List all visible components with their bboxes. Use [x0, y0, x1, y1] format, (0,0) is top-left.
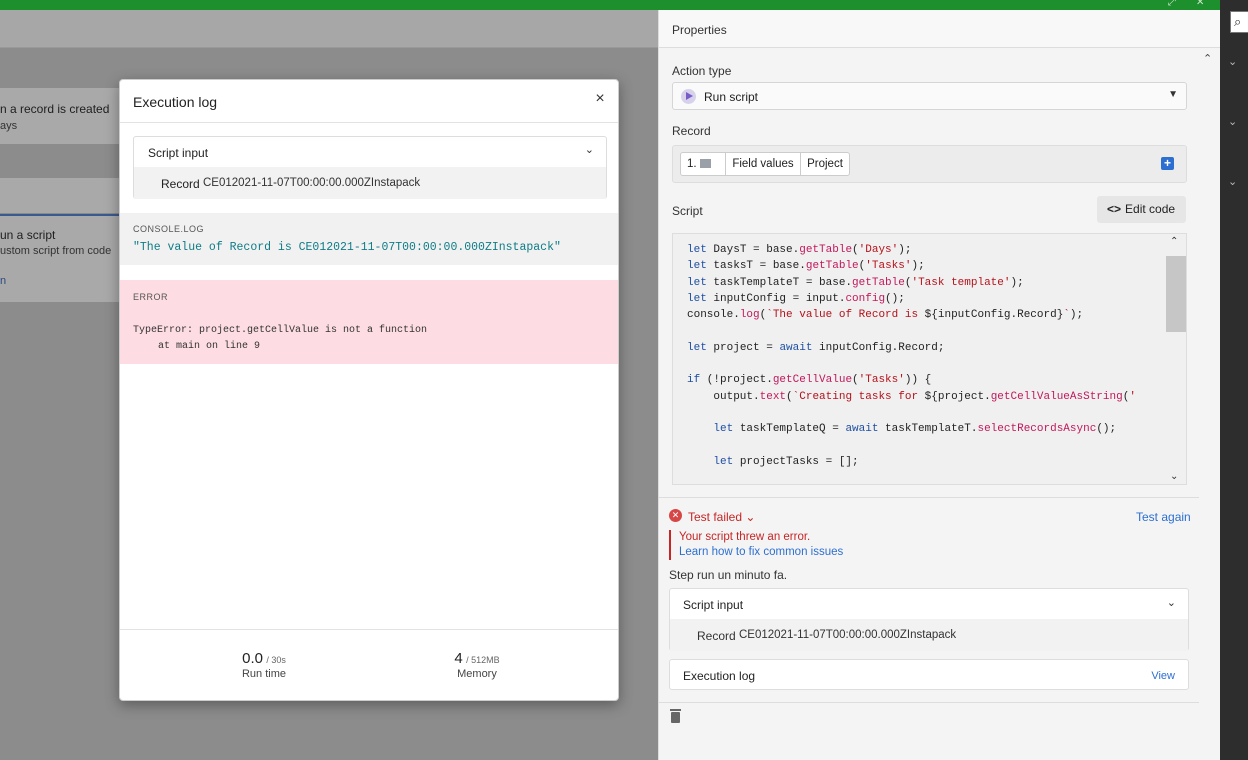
- trigger-subtitle: ays: [0, 120, 18, 132]
- chevron-up-icon[interactable]: ⌃: [1170, 236, 1178, 247]
- console-log-title: CONSOLE.LOG: [133, 224, 205, 234]
- close-icon[interactable]: ✕: [1196, 0, 1206, 8]
- error-icon: ✕: [669, 509, 682, 522]
- side-strip: [1220, 0, 1248, 760]
- modal-title: Execution log: [133, 94, 218, 110]
- close-button[interactable]: ×: [592, 90, 608, 108]
- properties-panel: Properties ⌃ Action type Run script ▼ Re…: [658, 10, 1221, 760]
- play-icon: [681, 89, 696, 104]
- chevron-down-icon[interactable]: ⌄: [585, 143, 594, 156]
- script-input-row: Record CE012021-11-07T00:00:00.000ZInsta…: [134, 167, 606, 199]
- input-value: CE012021-11-07T00:00:00.000ZInstapack: [739, 629, 957, 641]
- runtime-value: 0.0: [242, 650, 263, 667]
- modal-footer: 0.0 / 30s Run time 4 / 512MB Memory: [120, 629, 618, 701]
- action-link[interactable]: n: [0, 275, 6, 287]
- chevron-down-icon[interactable]: ⌄: [1167, 596, 1176, 609]
- learn-more-link[interactable]: Learn how to fix common issues: [679, 546, 843, 558]
- record-token-field[interactable]: 1. Field values Project +: [672, 145, 1187, 183]
- error-title: ERROR: [133, 292, 169, 302]
- execution-log-modal: Execution log × Script input ⌄ Record CE…: [119, 79, 619, 701]
- divider: [659, 497, 1199, 498]
- step-run-time: Step run un minuto fa.: [669, 568, 788, 582]
- script-code-preview[interactable]: let DaysT = base.getTable('Days'); let t…: [672, 233, 1187, 485]
- error-note-text: Your script threw an error.: [679, 531, 811, 543]
- memory-stat: 4 / 512MB Memory: [417, 650, 537, 680]
- action-title: un a script: [0, 228, 56, 242]
- execution-log-label: Execution log: [683, 669, 756, 683]
- edit-code-button[interactable]: <> Edit code: [1097, 196, 1186, 223]
- edit-code-label: Edit code: [1125, 202, 1176, 216]
- console-log-block: CONSOLE.LOG "The value of Record is CE01…: [120, 213, 618, 265]
- console-log-text: "The value of Record is CE012021-11-07T0…: [133, 241, 561, 254]
- test-status-label: Test failed: [688, 510, 743, 524]
- record-label: Record: [672, 124, 711, 138]
- top-bar: ⤢ ✕: [0, 0, 1220, 10]
- caret-down-icon: ▼: [1168, 89, 1178, 100]
- search-icon[interactable]: ⌕: [1230, 11, 1248, 33]
- add-icon[interactable]: +: [1161, 157, 1174, 170]
- memory-label: Memory: [457, 668, 497, 680]
- script-input-section[interactable]: Script input ⌄ Record CE012021-11-07T00:…: [669, 588, 1189, 651]
- divider: [120, 122, 618, 123]
- error-message: TypeError: project.getCellValue is not a…: [133, 325, 428, 336]
- view-log-link[interactable]: View: [1151, 670, 1175, 682]
- chevron-down-icon[interactable]: ⌄: [1228, 175, 1237, 188]
- error-note: Your script threw an error. Learn how to…: [669, 530, 969, 560]
- script-input-section[interactable]: Script input ⌄ Record CE012021-11-07T00:…: [133, 136, 607, 199]
- trash-icon[interactable]: [670, 709, 681, 723]
- action-subtitle: ustom script from code: [0, 245, 112, 257]
- record-pill-field-values[interactable]: Field values: [725, 152, 801, 176]
- chevron-down-icon[interactable]: ⌄: [1170, 471, 1178, 482]
- test-status-toggle[interactable]: Test failed ⌄: [688, 510, 755, 524]
- runtime-limit: / 30s: [266, 655, 286, 665]
- action-type-select[interactable]: Run script ▼: [672, 82, 1187, 110]
- record-pill-step-label: 1.: [687, 158, 697, 170]
- execution-log-section: Execution log View: [669, 659, 1189, 690]
- panel-title: Properties: [672, 23, 727, 37]
- memory-limit: / 512MB: [466, 655, 500, 665]
- panel-scrollbar[interactable]: ⌃: [1199, 48, 1221, 508]
- panel-header: Properties: [659, 10, 1221, 48]
- script-input-label: Script input: [683, 598, 744, 612]
- memory-value: 4: [454, 650, 463, 667]
- runtime-label: Run time: [241, 668, 287, 680]
- error-block: ERROR TypeError: project.getCellValue is…: [120, 280, 618, 364]
- canvas-header: [0, 10, 658, 48]
- code-scrollbar[interactable]: ⌃ ⌄: [1166, 234, 1186, 484]
- expand-icon[interactable]: ⤢: [1168, 0, 1178, 8]
- chevron-down-icon: ⌄: [745, 510, 756, 524]
- action-type-label: Action type: [672, 64, 732, 78]
- script-input-label: Script input: [148, 146, 209, 160]
- record-pill-step[interactable]: 1.: [680, 152, 726, 176]
- code-icon: <>: [1107, 202, 1122, 216]
- code-lines: let DaysT = base.getTable('Days'); let t…: [687, 244, 1136, 468]
- runtime-stat: 0.0 / 30s Run time: [204, 650, 324, 680]
- chevron-up-icon[interactable]: ⌃: [1203, 52, 1212, 65]
- input-key: Record: [697, 629, 736, 643]
- action-type-value: Run script: [704, 90, 759, 104]
- error-location: at main on line 9: [158, 341, 261, 352]
- table-icon: [699, 159, 711, 168]
- script-input-row: Record CE012021-11-07T00:00:00.000ZInsta…: [670, 619, 1188, 651]
- trigger-title: n a record is created: [0, 102, 110, 116]
- input-key: Record: [161, 177, 200, 191]
- test-again-button[interactable]: Test again: [1136, 510, 1191, 524]
- script-label: Script: [672, 204, 703, 218]
- chevron-down-icon[interactable]: ⌄: [1228, 55, 1237, 68]
- chevron-down-icon[interactable]: ⌄: [1228, 115, 1237, 128]
- divider: [659, 702, 1199, 703]
- record-pill-project[interactable]: Project: [800, 152, 850, 176]
- scroll-thumb[interactable]: [1166, 256, 1186, 332]
- input-value: CE012021-11-07T00:00:00.000ZInstapack: [203, 177, 421, 189]
